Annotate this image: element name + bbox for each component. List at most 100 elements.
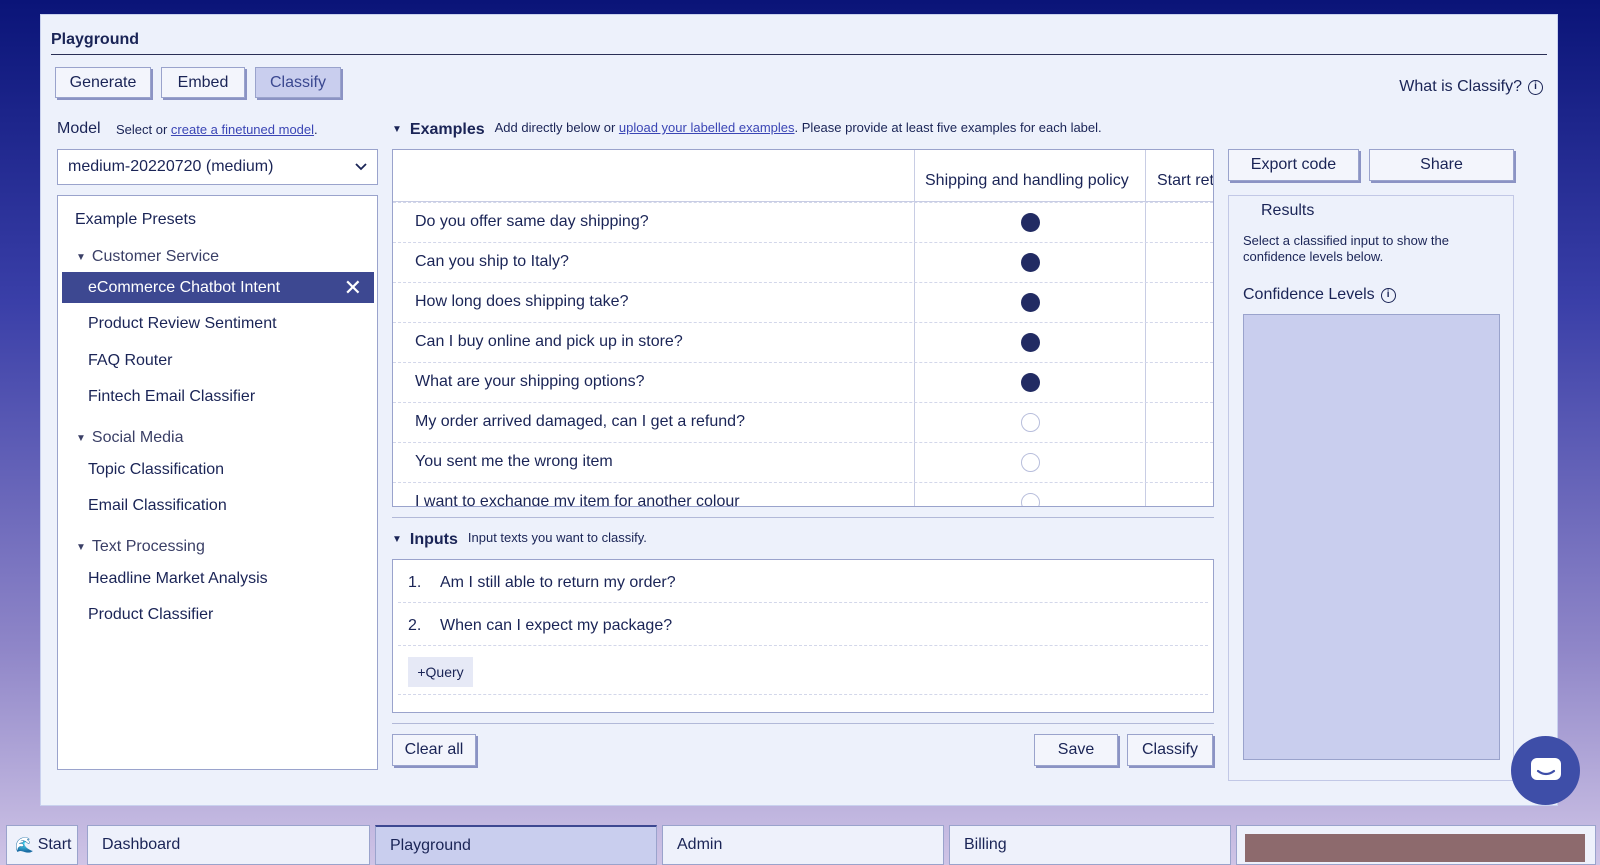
close-icon[interactable]: ✕ (344, 276, 362, 299)
preset-fintech-email-classifier[interactable]: Fintech Email Classifier (88, 388, 255, 406)
start-label: Start (37, 836, 72, 853)
column-header-shipping[interactable]: Shipping and handling policy (925, 172, 1129, 190)
example-row: My order arrived damaged, can I get a re… (393, 402, 1213, 442)
group-customer-service[interactable]: ▼ Customer Service (76, 248, 219, 266)
save-button[interactable]: Save (1034, 734, 1118, 766)
label-radio[interactable] (1021, 213, 1040, 232)
label-radio[interactable] (1021, 293, 1040, 312)
examples-table: Shipping and handling policy Start ret D… (392, 149, 1214, 507)
examples-heading: Examples (409, 120, 485, 138)
start-button[interactable]: 🌊 Start (6, 825, 78, 865)
clear-all-button[interactable]: Clear all (392, 734, 476, 766)
tab-classify[interactable]: Classify (255, 67, 341, 98)
taskbar: 🌊 Start Dashboard Playground Admin Billi… (0, 825, 1600, 865)
chat-icon (1530, 757, 1561, 780)
wave-icon: 🌊 (15, 837, 34, 854)
label-radio[interactable] (1021, 253, 1040, 272)
inputs-hint: Input texts you want to classify. (467, 530, 647, 545)
column-header-start-return[interactable]: Start ret (1157, 172, 1213, 190)
taskbar-item-redacted[interactable] (1236, 825, 1596, 865)
examples-hint-suffix: . Please provide at least five examples … (794, 120, 1102, 135)
results-title: Results (1253, 202, 1323, 220)
triangle-down-icon: ▼ (76, 541, 86, 553)
examples-hint: Add directly below or upload your labell… (495, 120, 1102, 135)
input-row[interactable]: 1. Am I still able to return my order? (398, 560, 1208, 603)
group-text-processing[interactable]: ▼ Text Processing (76, 538, 205, 556)
examples-header: ▼ Examples Add directly below or upload y… (392, 120, 1102, 139)
chat-launcher-button[interactable] (1511, 736, 1580, 805)
export-code-button[interactable]: Export code (1228, 149, 1359, 181)
example-text[interactable]: Can I buy online and pick up in store? (415, 333, 683, 351)
upload-examples-link[interactable]: upload your labelled examples (619, 120, 795, 135)
preset-product-classifier[interactable]: Product Classifier (88, 606, 213, 624)
share-button[interactable]: Share (1369, 149, 1514, 181)
example-text[interactable]: Do you offer same day shipping? (415, 213, 649, 231)
model-hint: Select or create a finetuned model. (116, 122, 318, 137)
info-icon[interactable]: i (1380, 287, 1396, 303)
confidence-levels-area (1243, 314, 1500, 760)
taskbar-item-playground[interactable]: Playground (375, 825, 657, 865)
section-divider (392, 723, 1214, 724)
add-query-button[interactable]: +Query (408, 657, 473, 687)
window-title: Playground (51, 31, 140, 48)
input-text[interactable]: Am I still able to return my order? (440, 574, 676, 592)
preset-email-classification[interactable]: Email Classification (88, 497, 227, 515)
example-text[interactable]: How long does shipping take? (415, 293, 628, 311)
what-is-classify-link[interactable]: What is Classify? i (1399, 78, 1543, 96)
tab-generate[interactable]: Generate (55, 67, 151, 98)
label-radio[interactable] (1021, 413, 1040, 432)
group-label: Text Processing (91, 538, 205, 555)
model-select[interactable]: medium-20220720 (medium) (57, 149, 378, 185)
playground-window: Playground Generate Embed Classify What … (40, 14, 1558, 806)
triangle-down-icon: ▼ (76, 432, 86, 444)
taskbar-item-admin[interactable]: Admin (662, 825, 944, 865)
preset-headline-market-analysis[interactable]: Headline Market Analysis (88, 570, 268, 588)
model-hint-suffix: . (314, 122, 318, 137)
classify-button[interactable]: Classify (1127, 734, 1213, 766)
results-hint: Select a classified input to show the co… (1243, 233, 1449, 264)
example-text[interactable]: I want to exchange my item for another c… (415, 493, 740, 506)
example-row: What are your shipping options? (393, 362, 1213, 402)
input-text[interactable]: When can I expect my package? (440, 617, 672, 635)
confidence-levels-label: Confidence Levels i (1243, 286, 1396, 304)
inputs-toggle[interactable]: ▼ Inputs (392, 531, 458, 549)
inputs-heading: Inputs (409, 530, 458, 548)
preset-product-review-sentiment[interactable]: Product Review Sentiment (88, 315, 277, 333)
taskbar-item-dashboard[interactable]: Dashboard (87, 825, 370, 865)
label-radio[interactable] (1021, 453, 1040, 472)
model-select-value: medium-20220720 (medium) (68, 158, 274, 175)
preset-ecommerce-chatbot-intent[interactable]: eCommerce Chatbot Intent ✕ (62, 272, 374, 303)
label-radio[interactable] (1021, 373, 1040, 392)
examples-toggle[interactable]: ▼ Examples (392, 121, 485, 139)
group-social-media[interactable]: ▼ Social Media (76, 429, 184, 447)
preset-faq-router[interactable]: FAQ Router (88, 352, 172, 370)
confidence-levels-text: Confidence Levels (1243, 286, 1375, 303)
redacted-block (1245, 834, 1585, 862)
example-row: I want to exchange my item for another c… (393, 482, 1213, 506)
create-finetuned-model-link[interactable]: create a finetuned model (171, 122, 314, 137)
triangle-down-icon: ▼ (392, 124, 402, 135)
example-text[interactable]: Can you ship to Italy? (415, 253, 569, 271)
tab-embed[interactable]: Embed (161, 67, 245, 98)
taskbar-item-billing[interactable]: Billing (949, 825, 1231, 865)
example-text[interactable]: My order arrived damaged, can I get a re… (415, 413, 745, 431)
label-radio[interactable] (1021, 333, 1040, 352)
examples-hint-prefix: Add directly below or (494, 120, 619, 135)
input-number: 2. (408, 617, 422, 634)
section-divider (392, 517, 1214, 518)
info-icon: i (1528, 79, 1543, 95)
model-label: Model (57, 120, 101, 137)
example-row: How long does shipping take? (393, 282, 1213, 322)
what-is-classify-label: What is Classify? (1399, 78, 1522, 95)
preset-topic-classification[interactable]: Topic Classification (88, 461, 224, 479)
example-row: Can I buy online and pick up in store? (393, 322, 1213, 362)
inputs-header: ▼ Inputs Input texts you want to classify… (392, 530, 647, 549)
model-hint-prefix: Select or (116, 122, 171, 137)
input-row[interactable]: 2. When can I expect my package? (398, 603, 1208, 646)
group-label: Social Media (91, 429, 184, 446)
example-text[interactable]: You sent me the wrong item (415, 453, 613, 471)
label-radio[interactable] (1021, 493, 1040, 506)
example-text[interactable]: What are your shipping options? (415, 373, 644, 391)
inputs-list: 1. Am I still able to return my order? 2… (392, 559, 1214, 713)
title-divider (51, 54, 1547, 55)
